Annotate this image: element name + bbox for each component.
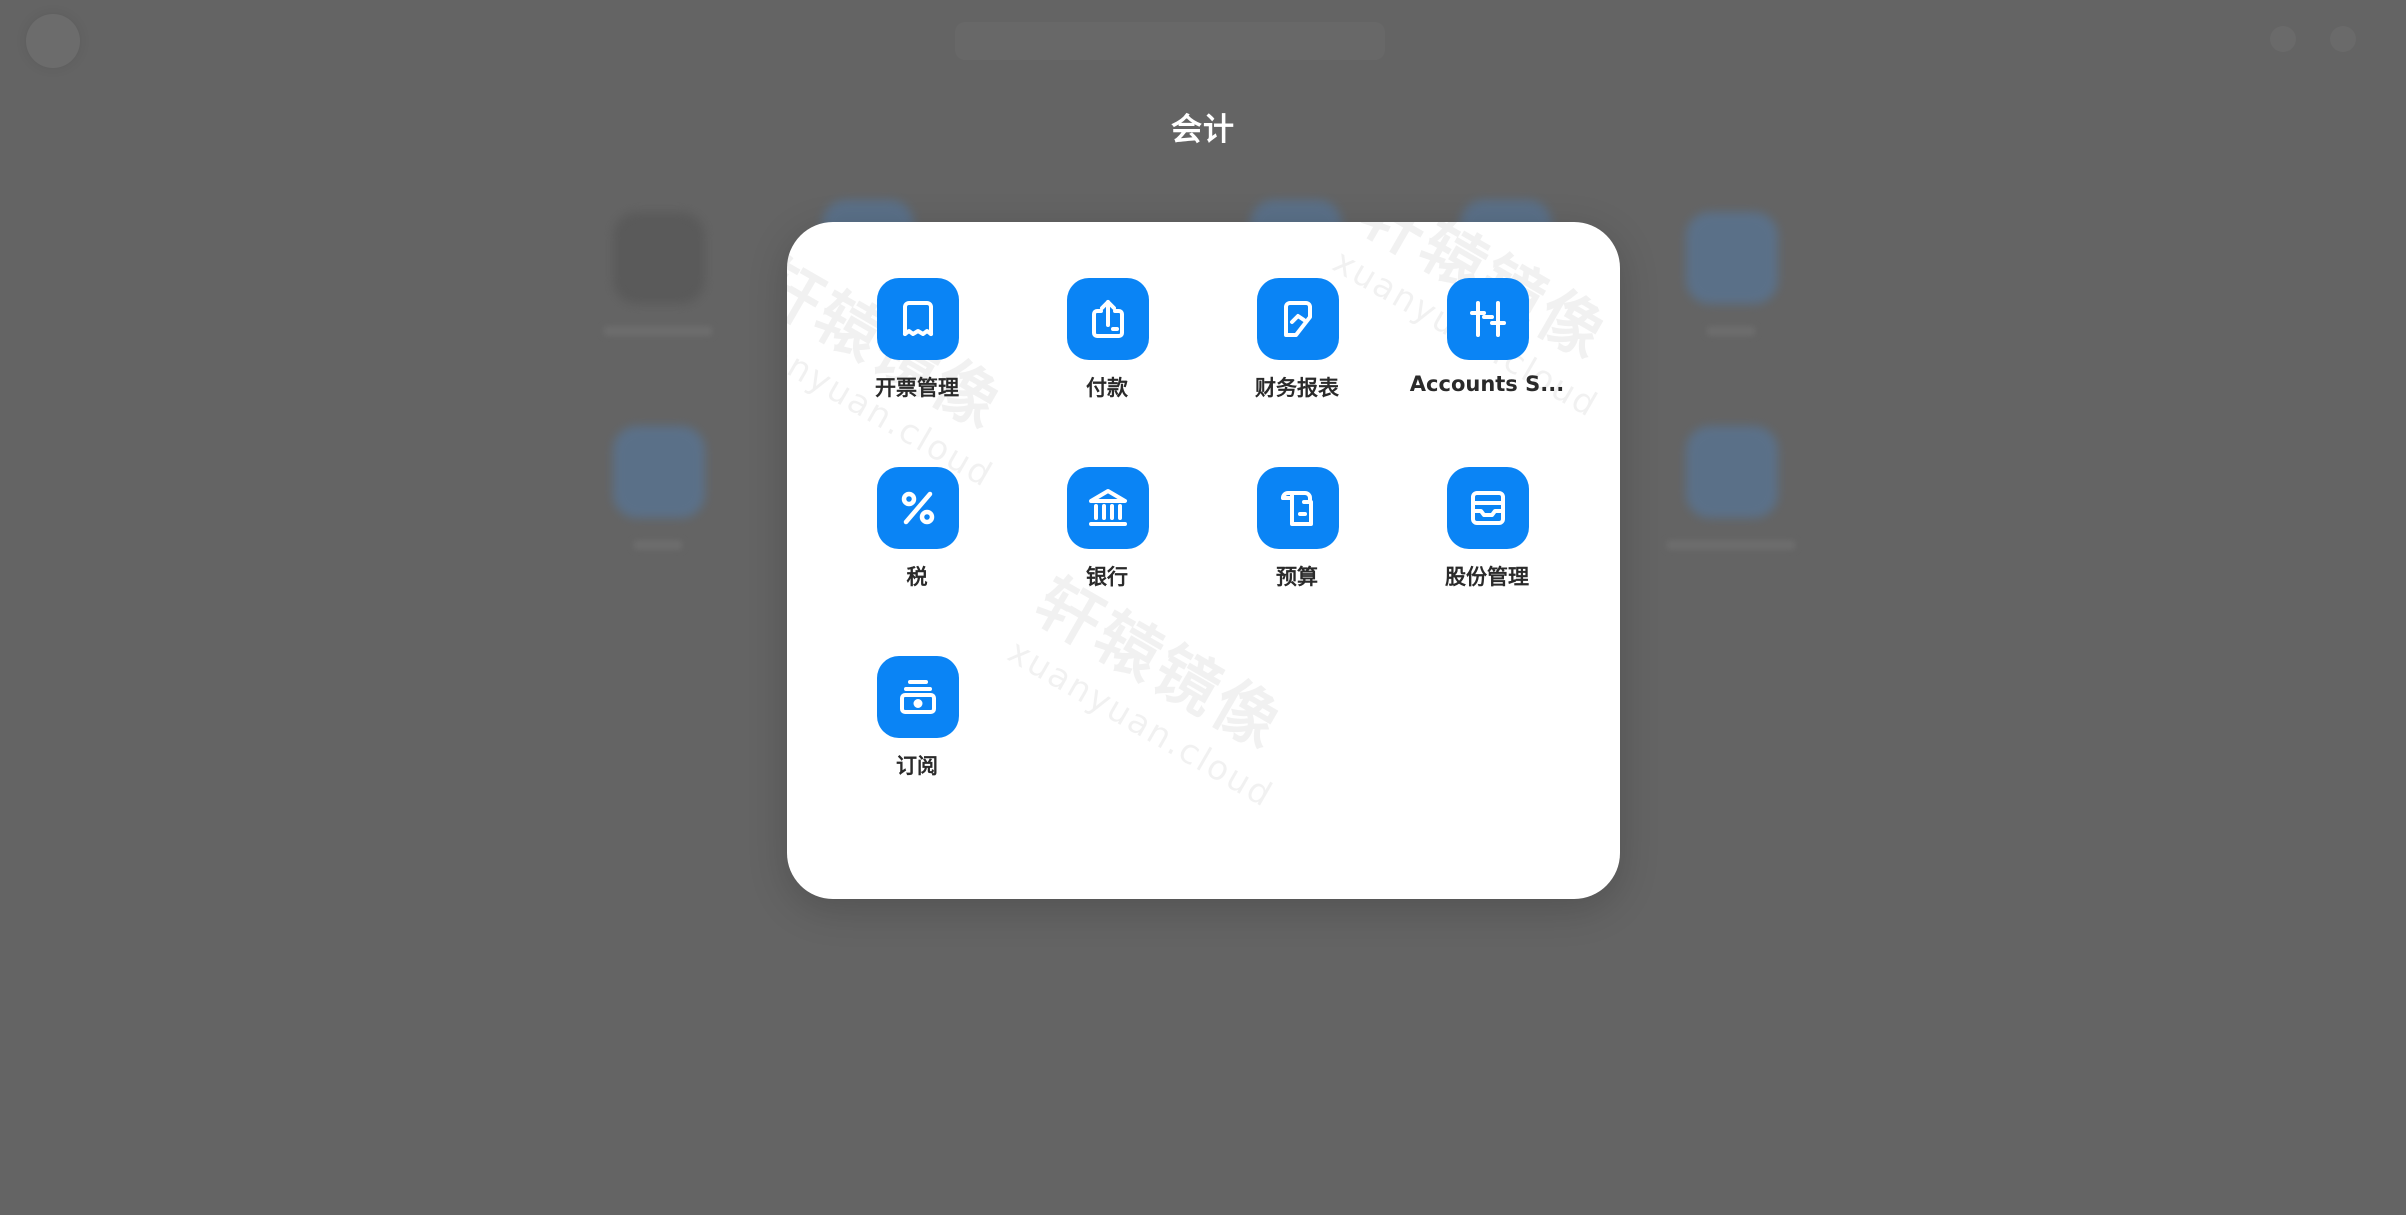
app-grid: 开票管理 付款 财务报表 Accounts S... 税 银行 预算 股份管理 … [787, 222, 1620, 899]
app-folder-panel: 轩辕镜像 xuanyuan.cloud 轩辕镜像 xuanyuan.cloud … [787, 222, 1620, 899]
app-tax[interactable]: 税 [822, 411, 1012, 589]
bank-icon[interactable] [1067, 467, 1149, 549]
financial-report-icon[interactable] [1257, 278, 1339, 360]
blurred-app-label [603, 326, 713, 336]
app-bank[interactable]: 银行 [1012, 411, 1202, 589]
app-budget[interactable]: 预算 [1202, 411, 1392, 589]
app-label: 订阅 [896, 754, 938, 778]
upload-payment-icon[interactable] [1067, 278, 1149, 360]
blurred-app-label [633, 540, 683, 550]
app-label: 股份管理 [1445, 565, 1529, 589]
archive-box-icon[interactable] [1447, 467, 1529, 549]
blurred-app-label [1706, 326, 1756, 336]
app-label: 预算 [1276, 565, 1318, 589]
app-label: 财务报表 [1255, 376, 1339, 400]
receipt-icon[interactable] [877, 278, 959, 360]
app-subscriptions[interactable]: 订阅 [822, 600, 1012, 778]
subscription-icon[interactable] [877, 656, 959, 738]
blurred-menu-icon [26, 14, 80, 68]
app-invoicing[interactable]: 开票管理 [822, 222, 1012, 400]
app-financial-reports[interactable]: 财务报表 [1202, 222, 1392, 400]
app-label: Accounts S... [1409, 372, 1565, 396]
app-label: 付款 [1086, 376, 1128, 400]
app-accounts-s[interactable]: Accounts S... [1392, 222, 1582, 396]
blurred-app-icon [1686, 426, 1778, 518]
app-payments[interactable]: 付款 [1012, 222, 1202, 400]
budget-scroll-icon[interactable] [1257, 467, 1339, 549]
blurred-app-icon [613, 212, 705, 304]
blurred-app-icon [1686, 212, 1778, 304]
blurred-topbar-icon [2330, 26, 2356, 52]
adjustment-sliders-icon[interactable] [1447, 278, 1529, 360]
blurred-app-label [1666, 540, 1796, 550]
blurred-app-icon [613, 426, 705, 518]
percent-icon[interactable] [877, 467, 959, 549]
blurred-search-bar [955, 22, 1385, 60]
blurred-topbar-icon [2270, 26, 2296, 52]
folder-title: 会计 [1171, 112, 1235, 148]
app-label: 税 [906, 565, 928, 589]
app-shares[interactable]: 股份管理 [1392, 411, 1582, 589]
app-label: 银行 [1086, 565, 1128, 589]
app-label: 开票管理 [875, 376, 959, 400]
